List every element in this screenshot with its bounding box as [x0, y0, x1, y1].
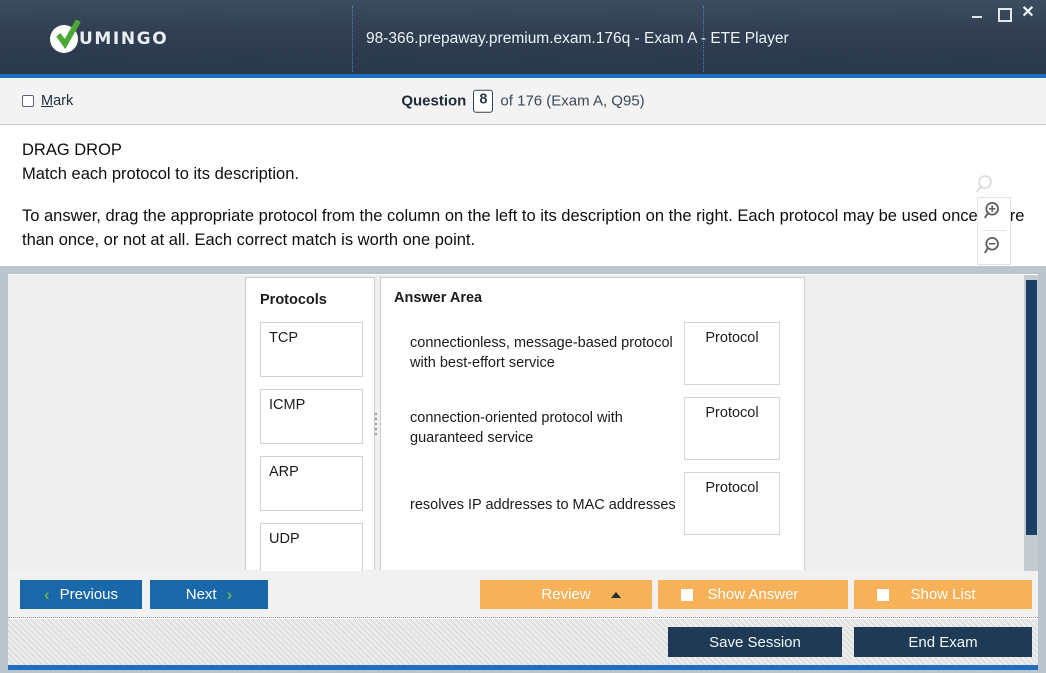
answer-rows: connectionless, message-based protocol w…: [394, 322, 804, 537]
answer-description: connection-oriented protocol with guaran…: [410, 410, 623, 446]
review-button-label: Review: [541, 586, 591, 603]
protocol-item[interactable]: ARP: [260, 456, 363, 511]
answer-description: connectionless, message-based protocol w…: [410, 335, 673, 371]
title-bar: UMINGO 98-366.prepaway.premium.exam.176q…: [0, 0, 1046, 78]
window-controls: ✕: [970, 5, 1036, 22]
next-button[interactable]: Next ›: [150, 580, 268, 609]
show-answer-button[interactable]: Show Answer: [658, 580, 848, 609]
question-type-label: DRAG DROP: [22, 141, 122, 159]
answer-area-panel: Answer Area connectionless, message-base…: [380, 277, 805, 570]
show-answer-button-label: Show Answer: [707, 586, 799, 603]
brand-name: UMINGO: [79, 29, 169, 49]
question-number-field[interactable]: 8: [473, 89, 494, 113]
brand-section: UMINGO: [8, 6, 353, 72]
chevron-right-icon: ›: [226, 585, 233, 604]
answer-row: connection-oriented protocol with guaran…: [394, 397, 804, 462]
protocols-list: TCP ICMP ARP UDP: [260, 322, 363, 571]
splitter-grip-icon: [375, 412, 377, 435]
answer-drop-target[interactable]: Protocol: [684, 397, 780, 460]
question-spacer: [22, 187, 1026, 205]
footer-bar: Save Session End Exam: [8, 618, 1038, 665]
drag-drop-work-area: Protocols TCP ICMP ARP UDP Answer Area c…: [8, 274, 1038, 571]
show-answer-checkbox[interactable]: [681, 589, 693, 601]
zoom-divider: [982, 230, 1006, 232]
scrollbar-thumb[interactable]: [1026, 280, 1037, 535]
answer-area-title: Answer Area: [394, 290, 483, 306]
vertical-scrollbar[interactable]: [1024, 275, 1038, 571]
question-counter: Question 8 of 176 (Exam A, Q95): [0, 89, 1046, 113]
question-instructions: To answer, drag the appropriate protocol…: [22, 206, 1025, 249]
end-exam-button[interactable]: End Exam: [854, 627, 1032, 657]
minimize-icon[interactable]: [970, 5, 986, 21]
vumingo-logo: UMINGO: [50, 20, 169, 53]
bottom-accent-bar: [8, 665, 1038, 670]
protocols-panel-title: Protocols: [260, 292, 327, 308]
previous-button-label: Previous: [59, 586, 119, 603]
save-session-label: Save Session: [709, 633, 801, 651]
question-text-panel: DRAG DROP Match each protocol to its des…: [0, 125, 1046, 267]
show-list-button-label: Show List: [910, 586, 976, 603]
protocol-item[interactable]: ICMP: [260, 389, 363, 444]
question-header-bar: Mark Question 8 of 176 (Exam A, Q95): [0, 78, 1046, 125]
show-list-button[interactable]: Show List: [854, 580, 1032, 609]
check-circle-logo-icon: [50, 20, 81, 53]
zoom-out-icon[interactable]: [983, 235, 1005, 262]
end-exam-label: End Exam: [908, 633, 978, 651]
question-word: Question: [401, 92, 467, 110]
save-session-button[interactable]: Save Session: [668, 627, 842, 657]
window-title: 98-366.prepaway.premium.exam.176q - Exam…: [366, 30, 789, 47]
navigation-toolbar: ‹ Previous Next › Review Show Answer Sho…: [8, 571, 1038, 618]
chevron-up-icon: [611, 592, 621, 598]
answer-drop-target[interactable]: Protocol: [684, 322, 780, 385]
review-button[interactable]: Review: [480, 580, 652, 609]
maximize-icon[interactable]: [995, 5, 1012, 22]
answer-description: resolves IP addresses to MAC addresses: [410, 497, 676, 513]
answer-row: connectionless, message-based protocol w…: [394, 322, 804, 387]
answer-drop-target[interactable]: Protocol: [684, 472, 780, 535]
ete-player-window: UMINGO 98-366.prepaway.premium.exam.176q…: [0, 0, 1046, 673]
protocol-item[interactable]: TCP: [260, 322, 363, 377]
show-list-checkbox[interactable]: [877, 589, 889, 601]
question-total: of 176 (Exam A, Q95): [500, 92, 645, 110]
zoom-in-icon[interactable]: [983, 200, 1005, 227]
protocols-panel: Protocols TCP ICMP ARP UDP: [245, 277, 375, 571]
next-button-label: Next: [185, 586, 217, 603]
answer-row: resolves IP addresses to MAC addresses P…: [394, 472, 804, 537]
previous-button[interactable]: ‹ Previous: [20, 580, 142, 609]
zoom-controls-panel: [977, 197, 1011, 265]
chevron-left-icon: ‹: [43, 585, 50, 604]
protocol-item[interactable]: UDP: [260, 523, 363, 571]
question-prompt: Match each protocol to its description.: [22, 164, 299, 183]
close-icon[interactable]: ✕: [1020, 5, 1036, 21]
